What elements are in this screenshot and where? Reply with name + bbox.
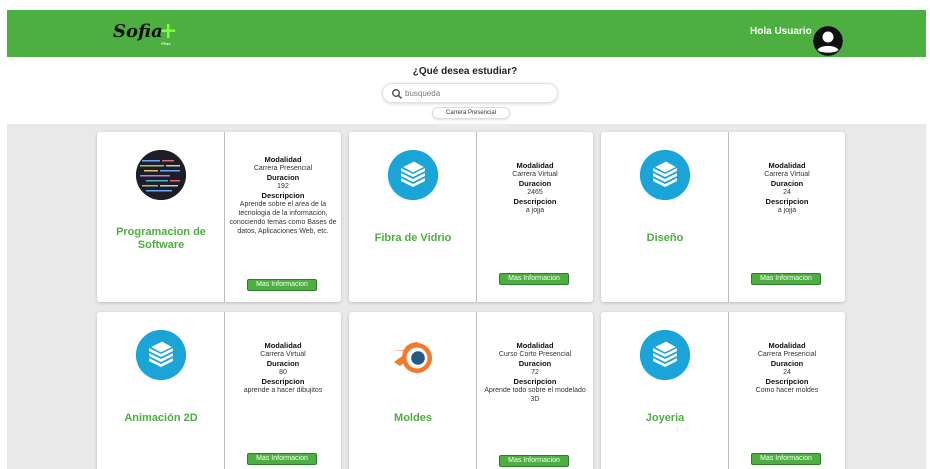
course-title: Programacion de Software (116, 226, 206, 251)
course-card: Diseño Modalidad Carrera Virtual Duracio… (601, 132, 845, 302)
course-info: Modalidad Carrera Presencial Duracion 24… (732, 341, 842, 395)
duracion-label: Duracion (266, 173, 300, 182)
duracion-label: Duracion (770, 179, 804, 188)
search-box[interactable] (382, 83, 558, 103)
course-info: Modalidad Carrera Virtual Duracion 2465 … (480, 161, 590, 215)
logo-text: Sofia (113, 21, 163, 42)
course-card: Fibra de Vidrio Modalidad Carrera Virtua… (349, 132, 593, 302)
modalidad-value: Carrera Virtual (764, 171, 810, 178)
course-card-info: Modalidad Carrera Virtual Duracion 80 De… (225, 312, 341, 469)
logo[interactable]: Sofia + Plus (113, 20, 177, 46)
course-title: Joyeria (645, 412, 685, 424)
course-title: Animación 2D (124, 412, 198, 424)
stack-of-books-icon (640, 150, 690, 200)
course-title: Fibra de Vidrio (374, 232, 452, 244)
page: Sofia + Plus Hola Usuario ¿Qué desea est… (0, 0, 930, 469)
course-card-left: Moldes (349, 312, 477, 469)
course-info: Modalidad Carrera Virtual Duracion 80 De… (228, 341, 338, 395)
course-card-info: Modalidad Carrera Virtual Duracion 24 De… (729, 132, 845, 302)
descripcion-value: aprende a hacer dibujitos (243, 387, 323, 394)
course-card-left: Diseño (601, 132, 729, 302)
course-card: Joyeria Modalidad Carrera Presencial Dur… (601, 312, 845, 469)
logo-sub: Plus (161, 41, 171, 46)
search-section: ¿Qué desea estudiar? Carrera Presencial (0, 58, 930, 124)
duracion-value: 72 (531, 369, 539, 376)
modalidad-label: Modalidad (264, 341, 302, 350)
logo-plus: + (159, 18, 178, 44)
modalidad-value: Carrera Virtual (512, 171, 558, 178)
modalidad-value: Carrera Virtual (260, 351, 306, 358)
course-card-left: Animación 2D (97, 312, 225, 469)
mas-informacion-button[interactable]: Mas Informacion (499, 273, 569, 285)
descripcion-value: Aprende todo sobre el modelado 3D (484, 387, 586, 403)
user-avatar-icon[interactable] (813, 26, 843, 56)
top-bar: Sofia + Plus Hola Usuario (7, 10, 926, 57)
stack-of-books-icon (640, 330, 690, 380)
duracion-value: 2465 (527, 189, 543, 196)
course-card: Programacion de Software Modalidad Carre… (97, 132, 341, 302)
modalidad-label: Modalidad (264, 155, 302, 164)
blender-logo-icon (388, 330, 438, 380)
descripcion-value: a jojja (525, 207, 545, 214)
course-title: Diseño (646, 232, 684, 244)
mas-informacion-button[interactable]: Mas Informacion (499, 455, 569, 467)
user-greeting: Hola Usuario (750, 26, 812, 37)
stack-of-books-icon (388, 150, 438, 200)
filter-chip-carrera-presencial[interactable]: Carrera Presencial (432, 107, 510, 119)
course-card-info: Modalidad Carrera Presencial Duracion 19… (225, 132, 341, 302)
course-grid: Programacion de Software Modalidad Carre… (7, 124, 926, 469)
modalidad-value: Curso Corto Presencial (498, 351, 572, 358)
descripcion-label: Descripcion (765, 197, 809, 206)
course-card-info: Modalidad Curso Corto Presencial Duracio… (477, 312, 593, 469)
duracion-label: Duracion (770, 359, 804, 368)
search-input[interactable] (405, 87, 553, 100)
mas-informacion-button[interactable]: Mas Informacion (751, 453, 821, 465)
descripcion-label: Descripcion (261, 191, 305, 200)
duracion-value: 24 (783, 369, 791, 376)
course-card: Animación 2D Modalidad Carrera Virtual D… (97, 312, 341, 469)
duracion-value: 192 (277, 183, 289, 190)
descripcion-value: Aprende sobre el area de la tecnologia d… (229, 201, 337, 235)
descripcion-label: Descripcion (513, 377, 557, 386)
duracion-label: Duracion (518, 359, 552, 368)
mas-informacion-button[interactable]: Mas Informacion (247, 279, 317, 291)
course-card-left: Programacion de Software (97, 132, 225, 302)
stack-of-books-icon (136, 330, 186, 380)
mas-informacion-button[interactable]: Mas Informacion (751, 273, 821, 285)
course-card-left: Fibra de Vidrio (349, 132, 477, 302)
search-icon (392, 89, 402, 99)
modalidad-label: Modalidad (516, 161, 554, 170)
course-card-left: Joyeria (601, 312, 729, 469)
course-title: Moldes (394, 412, 432, 424)
descripcion-value: Como hacer moldes (755, 387, 819, 394)
course-card-info: Modalidad Carrera Virtual Duracion 2465 … (477, 132, 593, 302)
modalidad-label: Modalidad (768, 341, 806, 350)
course-card-info: Modalidad Carrera Presencial Duracion 24… (729, 312, 845, 469)
search-question: ¿Qué desea estudiar? (412, 66, 518, 77)
duracion-label: Duracion (266, 359, 300, 368)
descripcion-label: Descripcion (513, 197, 557, 206)
course-info: Modalidad Carrera Virtual Duracion 24 De… (732, 161, 842, 215)
duracion-value: 24 (783, 189, 791, 196)
course-card: Moldes Modalidad Curso Corto Presencial … (349, 312, 593, 469)
descripcion-value: a jojja (777, 207, 797, 214)
modalidad-value: Carrera Presencial (757, 351, 817, 358)
duracion-value: 80 (279, 369, 287, 376)
descripcion-label: Descripcion (261, 377, 305, 386)
descripcion-label: Descripcion (765, 377, 809, 386)
modalidad-label: Modalidad (516, 341, 554, 350)
modalidad-label: Modalidad (768, 161, 806, 170)
course-info: Modalidad Carrera Presencial Duracion 19… (228, 155, 338, 236)
code-screen-image (136, 150, 186, 200)
course-info: Modalidad Curso Corto Presencial Duracio… (480, 341, 590, 404)
modalidad-value: Carrera Presencial (253, 165, 313, 172)
duracion-label: Duracion (518, 179, 552, 188)
mas-informacion-button[interactable]: Mas Informacion (247, 453, 317, 465)
